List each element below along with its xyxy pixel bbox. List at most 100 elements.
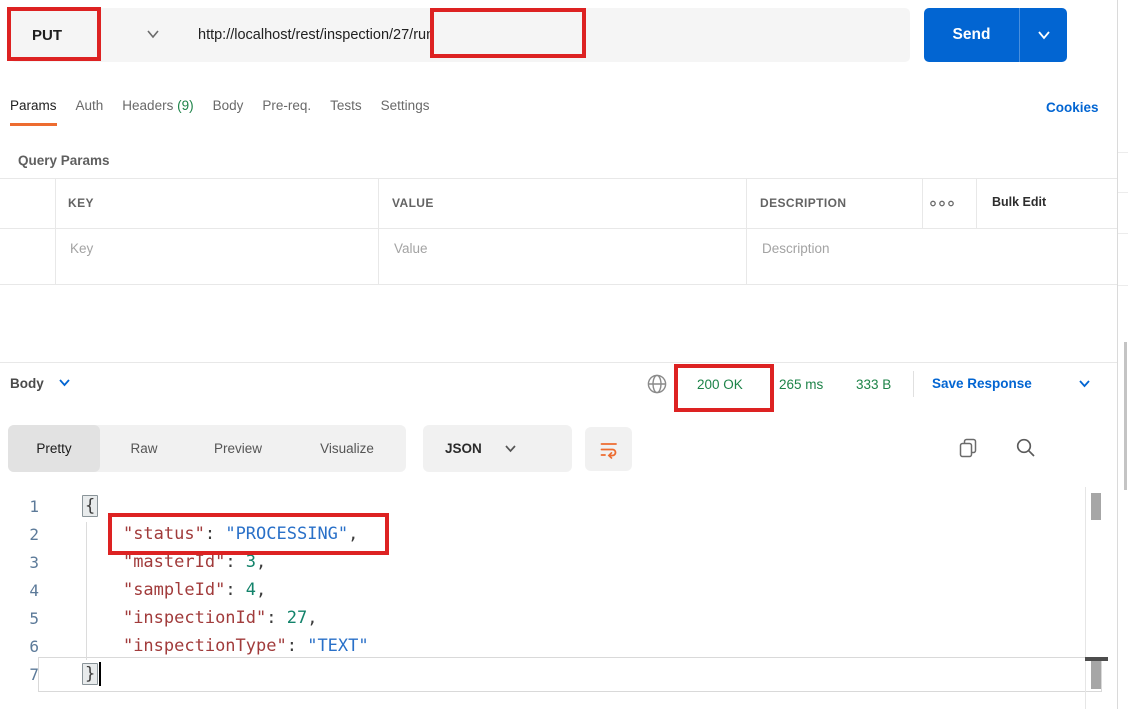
save-response-button[interactable]: Save Response	[932, 376, 1032, 391]
code-line-content[interactable]: "inspectionId": 27,	[55, 608, 317, 628]
code-token-plain: ,	[348, 524, 358, 544]
request-tabs: Params Auth Headers (9) Body Pre-req. Te…	[10, 98, 429, 132]
code-line-content[interactable]: "inspectionType": "TEXT"	[55, 636, 369, 656]
tab-headers[interactable]: Headers (9)	[122, 98, 193, 123]
code-token-plain: :	[225, 580, 245, 600]
table-column-divider	[746, 178, 747, 284]
code-token-number: 4	[246, 580, 256, 600]
line-number: 4	[0, 581, 55, 600]
code-line: 5 "inspectionId": 27,	[0, 604, 1117, 632]
page-scrollbar-thumb[interactable]	[1124, 342, 1127, 490]
code-line-content[interactable]: "masterId": 3,	[55, 552, 266, 572]
response-body-dropdown[interactable]: Body	[10, 376, 44, 391]
method-chevron-down-icon[interactable]	[146, 29, 160, 39]
code-line: 4 "sampleId": 4,	[0, 576, 1117, 604]
code-line: 6 "inspectionType": "TEXT"	[0, 632, 1117, 660]
tab-tests[interactable]: Tests	[330, 98, 362, 123]
code-token-string: "PROCESSING"	[225, 524, 348, 544]
code-token-ws	[82, 552, 123, 572]
view-tab-visualize[interactable]: Visualize	[288, 425, 406, 472]
line-number: 2	[0, 525, 55, 544]
headers-count-badge: (9)	[177, 98, 194, 113]
response-body-editor[interactable]: 1{2 "status": "PROCESSING",3 "masterId":…	[0, 492, 1117, 688]
body-chevron-down-icon[interactable]	[58, 378, 71, 387]
code-lines: 1{2 "status": "PROCESSING",3 "masterId":…	[0, 492, 1117, 688]
editor-scrollbar-track	[1085, 487, 1086, 709]
param-key-input[interactable]	[68, 240, 312, 257]
code-line-content[interactable]: "sampleId": 4,	[55, 580, 266, 600]
tab-params[interactable]: Params	[10, 98, 57, 126]
code-line: 7}	[0, 660, 1117, 688]
code-line-content[interactable]: "status": "PROCESSING",	[55, 524, 358, 544]
code-line: 1{	[0, 492, 1117, 520]
format-dropdown[interactable]: JSON	[423, 425, 572, 472]
text-cursor	[99, 662, 101, 686]
editor-scrollbar-thumb[interactable]	[1091, 661, 1101, 689]
strip-line	[1118, 152, 1128, 153]
panel-right-border	[1117, 0, 1118, 709]
strip-line	[1118, 285, 1128, 286]
send-button-label: Send	[924, 26, 1019, 44]
tab-headers-label: Headers	[122, 98, 173, 113]
response-view-tabs: Pretty Raw Preview Visualize	[8, 425, 406, 472]
search-icon	[1014, 436, 1038, 460]
table-column-divider	[976, 178, 977, 228]
tab-body[interactable]: Body	[213, 98, 244, 123]
code-token-plain: :	[225, 552, 245, 572]
more-options-icon[interactable]	[928, 199, 956, 208]
line-number: 3	[0, 553, 55, 572]
response-time: 265 ms	[779, 377, 823, 392]
table-border-row	[0, 284, 1117, 285]
code-token-number: 27	[287, 608, 307, 628]
code-token-brace: {	[82, 495, 98, 517]
code-line-content[interactable]: {	[55, 495, 98, 517]
code-token-number: 3	[246, 552, 256, 572]
search-response-button[interactable]	[1014, 436, 1038, 460]
tab-pre-request[interactable]: Pre-req.	[262, 98, 311, 123]
send-chevron-down-icon[interactable]	[1020, 30, 1067, 40]
code-line: 3 "masterId": 3,	[0, 548, 1117, 576]
format-label: JSON	[445, 441, 482, 456]
line-number: 5	[0, 609, 55, 628]
table-border-top	[0, 178, 1117, 179]
view-tab-raw[interactable]: Raw	[100, 425, 188, 472]
response-size: 333 B	[856, 377, 891, 392]
table-column-divider	[922, 178, 923, 228]
line-number: 6	[0, 637, 55, 656]
bulk-edit-button[interactable]: Bulk Edit	[992, 195, 1046, 209]
format-chevron-down-icon	[504, 444, 517, 453]
strip-line	[1118, 233, 1128, 234]
code-token-plain: :	[205, 524, 225, 544]
param-value-input[interactable]	[392, 240, 636, 257]
strip-line	[1118, 192, 1128, 193]
line-number: 1	[0, 497, 55, 516]
view-tab-preview[interactable]: Preview	[188, 425, 288, 472]
cookies-link[interactable]: Cookies	[1046, 100, 1099, 115]
code-line: 2 "status": "PROCESSING",	[0, 520, 1117, 548]
tab-settings[interactable]: Settings	[381, 98, 430, 123]
copy-icon	[956, 436, 980, 460]
query-params-title: Query Params	[18, 153, 110, 168]
code-token-ws	[82, 580, 123, 600]
wrap-text-button[interactable]	[585, 427, 632, 471]
table-border-header	[0, 228, 1117, 229]
code-token-brace: }	[82, 663, 98, 685]
url-input[interactable]: http://localhost/rest/inspection/27/run	[198, 27, 900, 43]
code-token-plain: :	[266, 608, 286, 628]
editor-scrollbar-thumb[interactable]	[1091, 493, 1101, 520]
tab-auth[interactable]: Auth	[76, 98, 104, 123]
code-token-ws	[82, 524, 123, 544]
globe-icon[interactable]	[646, 373, 668, 395]
param-description-input[interactable]	[760, 240, 1004, 257]
code-token-key: "status"	[123, 524, 205, 544]
column-header-value: VALUE	[392, 196, 434, 210]
save-response-chevron-down-icon[interactable]	[1078, 379, 1091, 388]
code-token-ws	[82, 608, 123, 628]
method-selector[interactable]: PUT	[32, 27, 62, 44]
code-line-content[interactable]: }	[55, 662, 101, 686]
view-tab-pretty[interactable]: Pretty	[8, 425, 100, 472]
postman-request-view: PUT http://localhost/rest/inspection/27/…	[0, 0, 1128, 709]
response-section-divider	[0, 362, 1117, 363]
copy-response-button[interactable]	[956, 436, 980, 460]
send-button[interactable]: Send	[924, 8, 1067, 62]
